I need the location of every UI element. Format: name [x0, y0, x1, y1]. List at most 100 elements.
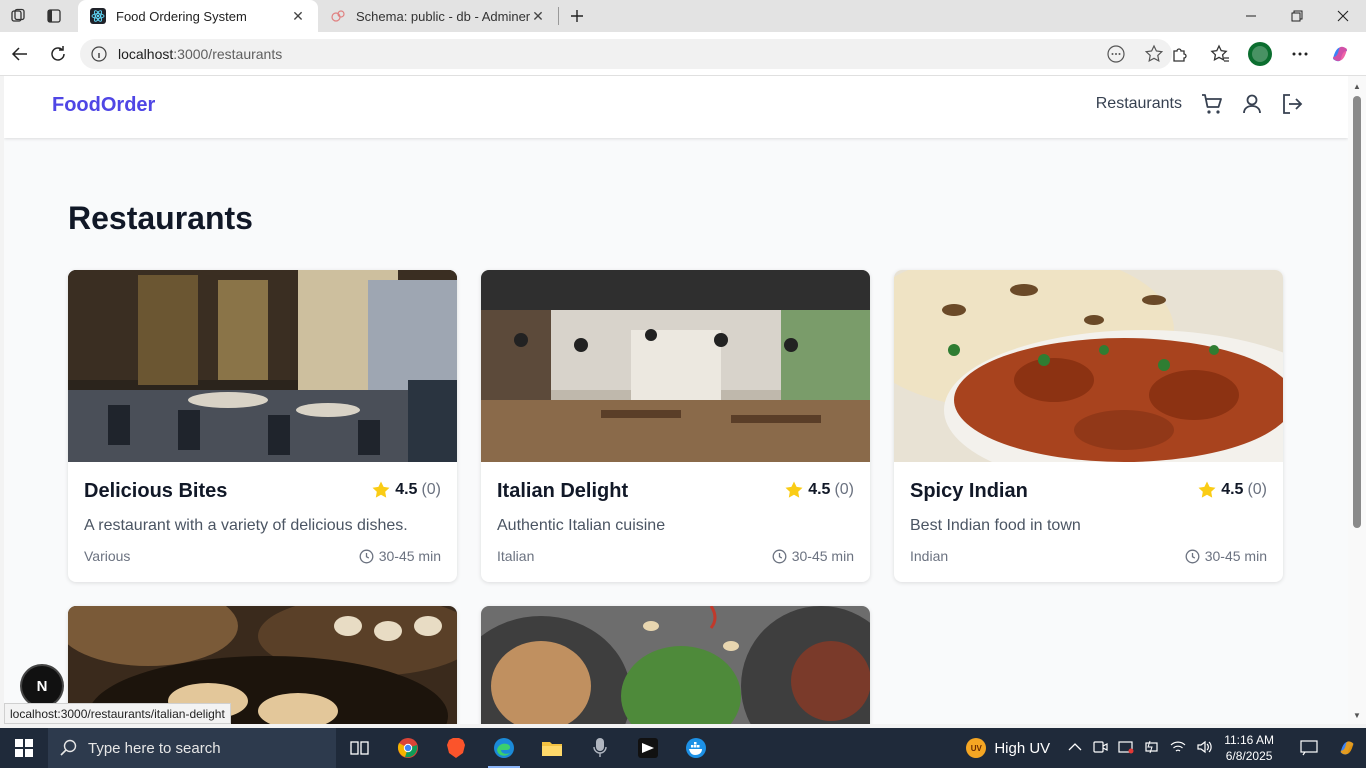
nextjs-devtools-badge[interactable]: N [22, 666, 62, 706]
taskbar-clock[interactable]: 11:16 AM 6/8/2025 [1224, 732, 1274, 764]
tab-title: Food Ordering System [116, 8, 247, 24]
restaurant-name: Delicious Bites [84, 480, 228, 502]
weather-widget[interactable]: UV High UV [966, 738, 1050, 758]
favorite-star-icon[interactable] [1144, 44, 1164, 67]
show-hidden-icons-icon[interactable] [1068, 741, 1082, 755]
close-tab-icon[interactable]: ✕ [530, 8, 546, 24]
minimize-icon[interactable] [1228, 0, 1274, 32]
tab-adminer[interactable]: Schema: public - db - Adminer ✕ [318, 0, 558, 32]
workspaces-icon[interactable] [0, 0, 36, 32]
restaurant-image [68, 270, 457, 462]
rating-value: 4.5 [395, 481, 418, 498]
meet-now-icon[interactable] [1092, 739, 1108, 758]
omnibox-actions [1106, 44, 1164, 67]
brand-logo[interactable]: FoodOrder [52, 94, 155, 117]
copilot-icon[interactable] [1322, 37, 1358, 71]
restaurant-cuisine: Various [84, 548, 131, 564]
rating-count: (0) [834, 481, 854, 498]
delivery-time-text: 30-45 min [1204, 548, 1267, 564]
voice-recorder-icon[interactable] [576, 728, 624, 768]
restaurant-card[interactable]: Delicious Bites 4.5 (0) A restaurant wit… [68, 270, 457, 582]
read-aloud-icon[interactable] [1106, 44, 1126, 67]
more-options-icon[interactable] [1282, 37, 1318, 71]
tray-icons [1068, 739, 1212, 758]
notifications-icon[interactable] [1294, 740, 1324, 756]
taskbar-search-box[interactable]: Type here to search [48, 728, 336, 768]
nav-links: Restaurants [1096, 92, 1304, 116]
restaurant-image [481, 606, 870, 724]
restore-icon[interactable] [1274, 0, 1320, 32]
back-icon[interactable] [2, 36, 38, 72]
scroll-up-icon[interactable]: ▲ [1353, 82, 1361, 91]
chrome-icon[interactable] [384, 728, 432, 768]
adminer-favicon-icon [330, 8, 346, 24]
docker-icon[interactable] [672, 728, 720, 768]
restaurant-rating: 4.5 (0) [1197, 480, 1267, 500]
star-icon [1197, 480, 1217, 500]
close-tab-icon[interactable]: ✕ [290, 8, 306, 24]
restaurant-card[interactable]: Italian Delight 4.5 (0) Authentic Italia… [481, 270, 870, 582]
cursor-app-icon[interactable] [624, 728, 672, 768]
task-view-icon[interactable] [336, 728, 384, 768]
restaurant-card[interactable]: Spicy Indian 4.5 (0) Best Indian food in… [894, 270, 1283, 582]
search-icon [60, 739, 78, 757]
clock-icon [359, 549, 374, 564]
restaurant-cuisine: Indian [910, 548, 949, 564]
link-status-url: localhost:3000/restaurants/italian-delig… [4, 703, 231, 724]
clock-icon [1185, 549, 1200, 564]
cart-icon[interactable] [1200, 92, 1224, 116]
page-viewport: FoodOrder Restaurants Restaurants Delici… [4, 76, 1348, 724]
url-host: localhost [118, 46, 174, 62]
extensions-icon[interactable] [1162, 37, 1198, 71]
delivery-time: 30-45 min [359, 548, 441, 564]
clock-date: 6/8/2025 [1225, 749, 1273, 763]
copilot-taskbar-icon[interactable] [1332, 738, 1362, 758]
restaurant-name: Spicy Indian [910, 480, 1028, 502]
clock-icon [772, 549, 787, 564]
profile-avatar[interactable] [1242, 37, 1278, 71]
browser-toolbar: localhost:3000/restaurants [0, 32, 1366, 76]
file-explorer-icon[interactable] [528, 728, 576, 768]
delivery-time-text: 30-45 min [791, 548, 854, 564]
scrollbar-thumb[interactable] [1353, 96, 1361, 528]
page-title: Restaurants [68, 200, 253, 236]
site-info-icon[interactable] [90, 45, 108, 63]
battery-icon[interactable] [1144, 739, 1160, 758]
restaurant-image [481, 270, 870, 462]
camera-status-icon[interactable] [1118, 739, 1134, 758]
delivery-time: 30-45 min [772, 548, 854, 564]
edge-icon[interactable] [480, 728, 528, 768]
browser-tab-strip: Food Ordering System ✕ Schema: public - … [0, 0, 1366, 32]
wifi-icon[interactable] [1170, 739, 1186, 758]
weather-text: High UV [994, 739, 1051, 757]
favorites-icon[interactable] [1202, 37, 1238, 71]
scroll-down-icon[interactable]: ▼ [1353, 711, 1361, 720]
windows-taskbar: Type here to search UV High UV 11:16 AM … [0, 728, 1366, 768]
restaurant-cuisine: Italian [497, 548, 535, 564]
restaurant-description: Authentic Italian cuisine [497, 517, 666, 534]
app-navbar: FoodOrder Restaurants [4, 76, 1348, 138]
restaurant-description: Best Indian food in town [910, 517, 1081, 534]
new-tab-icon[interactable] [559, 0, 595, 32]
restaurant-card[interactable] [481, 606, 870, 724]
address-bar[interactable]: localhost:3000/restaurants [80, 39, 1172, 69]
close-window-icon[interactable] [1320, 0, 1366, 32]
nav-restaurants-link[interactable]: Restaurants [1096, 95, 1182, 113]
logout-icon[interactable] [1280, 92, 1304, 116]
system-tray: UV High UV 11:16 AM 6/8/2025 [966, 728, 1366, 768]
brave-icon[interactable] [432, 728, 480, 768]
vertical-tabs-icon[interactable] [36, 0, 72, 32]
tab-food-ordering[interactable]: Food Ordering System ✕ [78, 0, 318, 32]
user-icon[interactable] [1240, 92, 1264, 116]
clock-time: 11:16 AM [1224, 733, 1274, 747]
url-path: :3000/restaurants [173, 46, 283, 62]
delivery-time-text: 30-45 min [378, 548, 441, 564]
page-scrollbar[interactable]: ▲ ▼ [1348, 76, 1366, 724]
react-favicon-icon [90, 8, 106, 24]
reload-icon[interactable] [40, 36, 76, 72]
delivery-time: 30-45 min [1185, 548, 1267, 564]
toolbar-right-icons [1162, 37, 1358, 71]
windows-start-icon[interactable] [0, 728, 48, 768]
tab-title: Schema: public - db - Adminer [356, 8, 530, 24]
volume-icon[interactable] [1196, 739, 1212, 758]
